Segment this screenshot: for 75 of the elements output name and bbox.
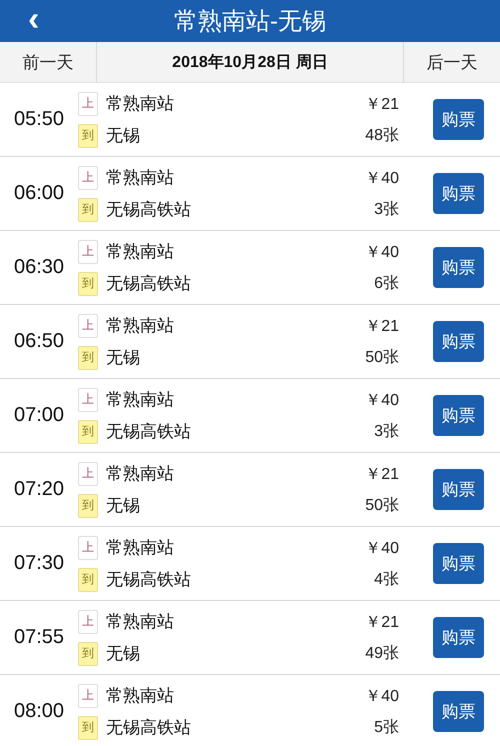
arrive-station: 无锡 bbox=[106, 125, 140, 147]
depart-tag: 上 bbox=[78, 92, 98, 116]
price: ￥40 bbox=[365, 390, 399, 410]
buy-ticket-button[interactable]: 购票 bbox=[433, 321, 484, 362]
buy-ticket-button[interactable]: 购票 bbox=[433, 247, 484, 288]
buy-ticket-button[interactable]: 购票 bbox=[433, 691, 484, 732]
price: ￥21 bbox=[365, 94, 399, 114]
departure-time: 07:30 bbox=[12, 552, 66, 575]
depart-station: 常熟南站 bbox=[106, 167, 174, 189]
buy-ticket-button[interactable]: 购票 bbox=[433, 99, 484, 140]
departure-time: 07:55 bbox=[12, 626, 66, 649]
arrive-tag: 到 bbox=[78, 198, 98, 222]
price: ￥40 bbox=[365, 168, 399, 188]
tickets-left: 4张 bbox=[374, 570, 399, 590]
buy-ticket-button[interactable]: 购票 bbox=[433, 395, 484, 436]
buy-ticket-button[interactable]: 购票 bbox=[433, 469, 484, 510]
depart-station: 常熟南站 bbox=[106, 537, 174, 559]
buy-ticket-button[interactable]: 购票 bbox=[433, 543, 484, 584]
arrive-tag: 到 bbox=[78, 494, 98, 518]
tickets-left: 48张 bbox=[365, 126, 399, 146]
tickets-left: 3张 bbox=[374, 200, 399, 220]
arrive-station: 无锡 bbox=[106, 495, 140, 517]
price: ￥40 bbox=[365, 538, 399, 558]
price: ￥21 bbox=[365, 316, 399, 336]
arrive-station: 无锡 bbox=[106, 643, 140, 665]
page-title: 常熟南站-无锡 bbox=[174, 7, 326, 37]
departure-time: 05:50 bbox=[12, 108, 66, 131]
depart-station: 常熟南站 bbox=[106, 685, 174, 707]
arrive-station: 无锡高铁站 bbox=[106, 717, 191, 739]
depart-station: 常熟南站 bbox=[106, 241, 174, 263]
depart-tag: 上 bbox=[78, 388, 98, 412]
depart-tag: 上 bbox=[78, 462, 98, 486]
price: ￥21 bbox=[365, 612, 399, 632]
price: ￥40 bbox=[365, 686, 399, 706]
tickets-left: 5张 bbox=[374, 718, 399, 738]
arrive-tag: 到 bbox=[78, 716, 98, 740]
depart-station: 常熟南站 bbox=[106, 463, 174, 485]
arrive-tag: 到 bbox=[78, 642, 98, 666]
tickets-left: 49张 bbox=[365, 644, 399, 664]
departure-time: 06:30 bbox=[12, 256, 66, 279]
arrive-tag: 到 bbox=[78, 346, 98, 370]
depart-station: 常熟南站 bbox=[106, 93, 174, 115]
arrive-tag: 到 bbox=[78, 124, 98, 148]
arrive-station: 无锡 bbox=[106, 347, 140, 369]
arrive-tag: 到 bbox=[78, 568, 98, 592]
depart-tag: 上 bbox=[78, 610, 98, 634]
tickets-left: 50张 bbox=[365, 348, 399, 368]
back-button[interactable]: ‹ bbox=[22, 4, 46, 34]
depart-station: 常熟南站 bbox=[106, 315, 174, 337]
tickets-left: 6张 bbox=[374, 274, 399, 294]
tickets-left: 3张 bbox=[374, 422, 399, 442]
arrive-tag: 到 bbox=[78, 420, 98, 444]
price: ￥21 bbox=[365, 464, 399, 484]
price: ￥40 bbox=[365, 242, 399, 262]
departure-time: 06:50 bbox=[12, 330, 66, 353]
arrive-tag: 到 bbox=[78, 272, 98, 296]
departure-time: 08:00 bbox=[12, 700, 66, 723]
depart-tag: 上 bbox=[78, 240, 98, 264]
buy-ticket-button[interactable]: 购票 bbox=[433, 617, 484, 658]
arrive-station: 无锡高铁站 bbox=[106, 569, 191, 591]
depart-station: 常熟南站 bbox=[106, 611, 174, 633]
arrive-station: 无锡高铁站 bbox=[106, 421, 191, 443]
buy-ticket-button[interactable]: 购票 bbox=[433, 173, 484, 214]
arrive-station: 无锡高铁站 bbox=[106, 199, 191, 221]
depart-station: 常熟南站 bbox=[106, 389, 174, 411]
depart-tag: 上 bbox=[78, 314, 98, 338]
tickets-left: 50张 bbox=[365, 496, 399, 516]
departure-time: 07:00 bbox=[12, 404, 66, 427]
arrive-station: 无锡高铁站 bbox=[106, 273, 191, 295]
date-label: 2018年10月28日 周日 bbox=[171, 52, 329, 72]
depart-tag: 上 bbox=[78, 166, 98, 190]
depart-tag: 上 bbox=[78, 536, 98, 560]
departure-time: 06:00 bbox=[12, 182, 66, 205]
depart-tag: 上 bbox=[78, 684, 98, 708]
departure-time: 07:20 bbox=[12, 478, 66, 501]
